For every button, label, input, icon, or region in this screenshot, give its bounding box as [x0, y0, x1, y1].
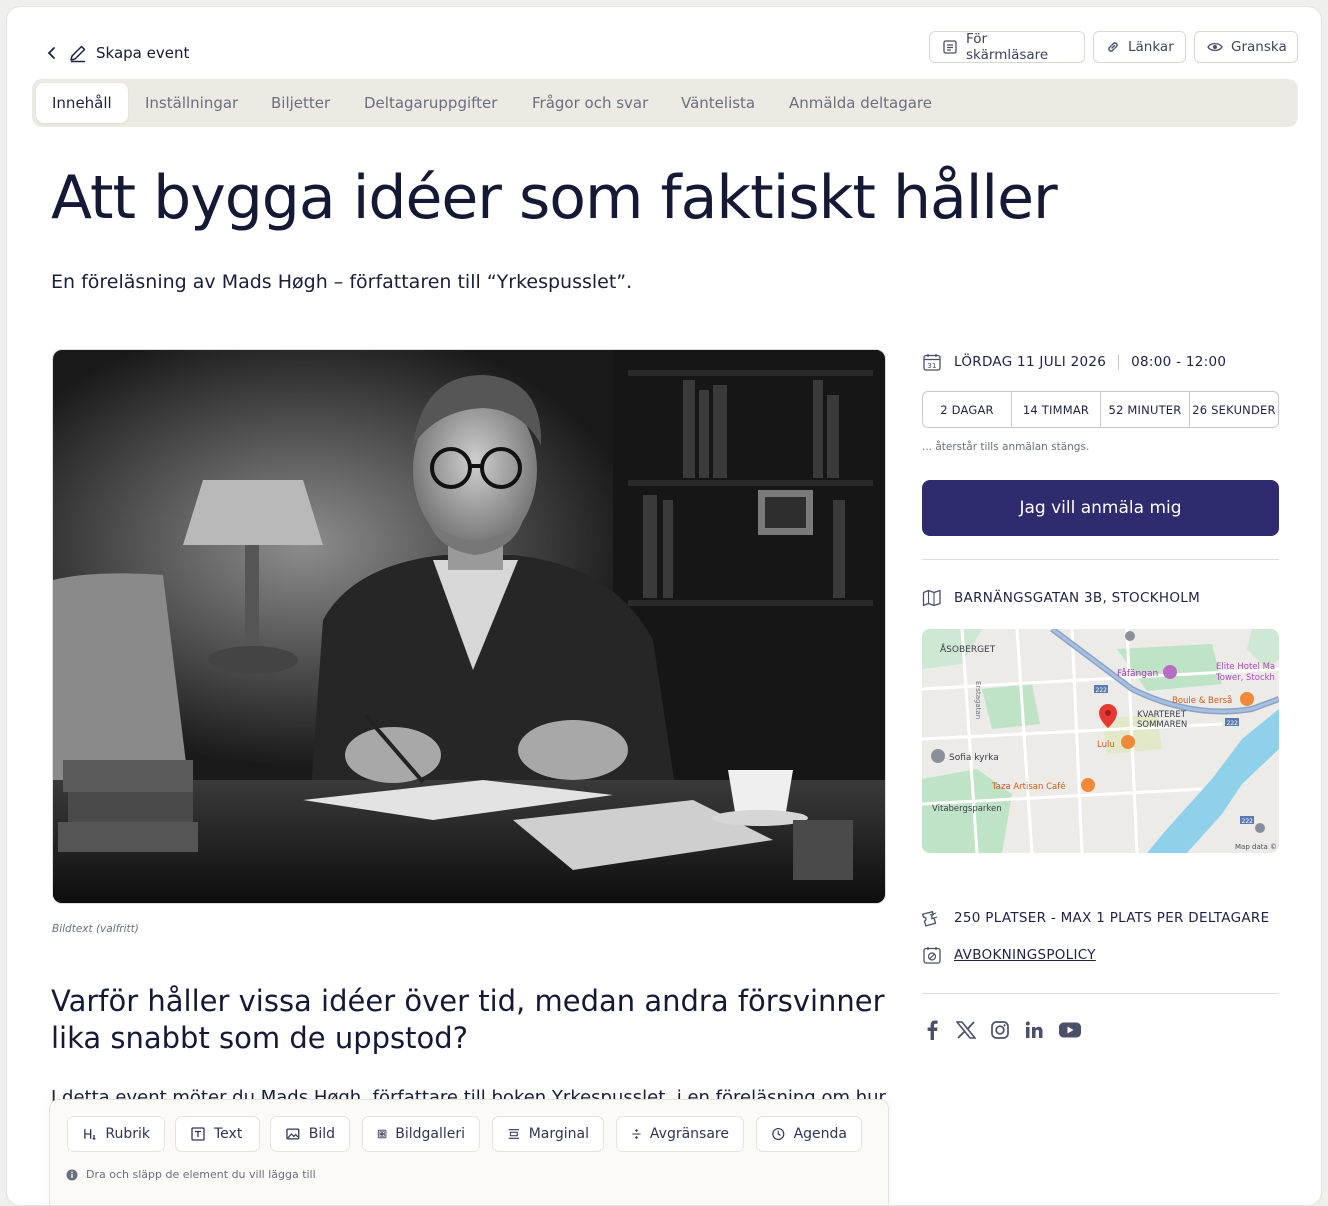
- map-label-boule: Boule & Berså: [1172, 695, 1232, 706]
- event-image[interactable]: [52, 349, 886, 904]
- cancellation-policy-link[interactable]: AVBOKNINGSPOLICY: [954, 947, 1096, 963]
- heading-icon: [84, 1129, 96, 1140]
- countdown-timer: 2 DAGAR 14 TIMMAR 52 MINUTER 26 SEKUNDER: [922, 391, 1279, 428]
- tab-faq[interactable]: Frågor och svar: [516, 83, 664, 123]
- calendar-icon: 31: [923, 354, 941, 371]
- add-image-label: Bild: [308, 1126, 335, 1142]
- capacity-text: 250 PLATSER - MAX 1 PLATS PER DELTAGARE: [954, 910, 1270, 926]
- event-time: 08:00 - 12:00: [1131, 354, 1227, 370]
- image-icon: [286, 1128, 300, 1140]
- add-agenda-button[interactable]: Agenda: [756, 1116, 862, 1152]
- map-label-kvarteret-1: KVARTERET: [1137, 710, 1187, 720]
- countdown-minutes: 52 MINUTER: [1101, 392, 1190, 427]
- eye-icon: [1207, 42, 1223, 52]
- event-title[interactable]: Att bygga idéer som faktiskt håller: [51, 163, 1058, 233]
- edit-icon: [67, 42, 89, 64]
- add-heading-button[interactable]: Rubrik: [67, 1116, 165, 1152]
- event-subtitle[interactable]: En föreläsning av Mads Høgh – författare…: [51, 271, 632, 293]
- add-margin-button[interactable]: Marginal: [492, 1116, 604, 1152]
- map-label-vitabergsparken: Vitabergsparken: [932, 804, 1002, 814]
- review-label: Granska: [1231, 39, 1287, 55]
- tab-content[interactable]: Innehåll: [36, 83, 128, 123]
- links-label: Länkar: [1128, 39, 1174, 55]
- map-label-sofia: Sofia kyrka: [949, 753, 999, 763]
- divider-icon: [632, 1128, 641, 1140]
- event-date-row: 31 LÖRDAG 11 JULI 2026 08:00 - 12:00: [922, 352, 1226, 372]
- toolbox-hint-text: Dra och släpp de element du vill lägga t…: [86, 1168, 316, 1181]
- add-image-button[interactable]: Bild: [270, 1116, 350, 1152]
- link-icon: [1108, 42, 1118, 52]
- event-date: LÖRDAG 11 JULI 2026: [954, 354, 1107, 370]
- info-icon: [66, 1169, 78, 1180]
- calendar-cancel-icon: [923, 947, 941, 964]
- section-heading[interactable]: Varför håller vissa idéer över tid, meda…: [51, 983, 891, 1057]
- linkedin-icon[interactable]: [1024, 1020, 1044, 1040]
- sidebar-divider: [922, 559, 1279, 560]
- gallery-icon: [377, 1129, 387, 1139]
- tab-waitlist[interactable]: Väntelista: [665, 83, 771, 123]
- map-label-taza: Taza Artisan Café: [991, 781, 1065, 792]
- links-button[interactable]: Länkar: [1093, 31, 1186, 63]
- sidebar-divider-2: [922, 993, 1279, 994]
- add-margin-label: Marginal: [528, 1126, 589, 1142]
- capacity-row: 250 PLATSER - MAX 1 PLATS PER DELTAGARE: [922, 909, 1269, 927]
- text-icon: [191, 1127, 205, 1141]
- map-label-fafangan: Fåfängan: [1117, 668, 1158, 679]
- clock-icon: [772, 1127, 785, 1141]
- event-address: BARNÄNGSGATAN 3B, STOCKHOLM: [954, 590, 1201, 606]
- tab-registered[interactable]: Anmälda deltagare: [773, 83, 948, 123]
- map-label-lulu: Lulu: [1097, 740, 1115, 750]
- x-icon[interactable]: [956, 1020, 976, 1040]
- tab-bar: Innehåll Inställningar Biljetter Deltaga…: [32, 79, 1298, 127]
- map-label-elite-2: Tower, Stockh: [1215, 673, 1275, 683]
- image-caption[interactable]: Bildtext (valfritt): [52, 923, 139, 935]
- map-label-elite-1: Elite Hotel Ma: [1216, 662, 1275, 672]
- add-divider-button[interactable]: Avgränsare: [616, 1116, 744, 1152]
- add-text-button[interactable]: Text: [175, 1116, 260, 1152]
- tab-participant-info[interactable]: Deltagaruppgifter: [348, 83, 513, 123]
- add-text-label: Text: [214, 1126, 243, 1142]
- map-label-erstagatan: Erstagatan: [974, 681, 982, 719]
- countdown-hours: 14 TIMMAR: [1012, 392, 1101, 427]
- screen-reader-button[interactable]: För skärmläsare: [929, 31, 1085, 63]
- map-road-shield-3: 222: [1242, 818, 1254, 825]
- screen-reader-label: För skärmläsare: [966, 31, 1049, 63]
- editor-panel: Skapa event För skärmläsare Länkar Grans…: [6, 6, 1322, 1206]
- date-time-separator: [1118, 354, 1120, 370]
- add-heading-label: Rubrik: [105, 1126, 150, 1142]
- tab-settings[interactable]: Inställningar: [129, 83, 254, 123]
- screen-reader-icon: [943, 40, 957, 54]
- map-graphic: ÅSOBERGET Erstagatan Fåfängan Elite Hote…: [922, 629, 1279, 853]
- map-attribution: Map data ©: [1235, 843, 1277, 851]
- tab-tickets[interactable]: Biljetter: [255, 83, 346, 123]
- map-road-shield-1: 222: [1096, 687, 1108, 694]
- facebook-icon[interactable]: [922, 1020, 942, 1040]
- portrait-photo: [53, 350, 885, 903]
- back-arrow-icon[interactable]: [41, 42, 63, 64]
- ticket-icon: [922, 910, 938, 927]
- location-map[interactable]: ÅSOBERGET Erstagatan Fåfängan Elite Hote…: [922, 629, 1279, 853]
- add-gallery-button[interactable]: Bildgalleri: [362, 1116, 480, 1152]
- toolbox-hint: Dra och släpp de element du vill lägga t…: [66, 1168, 316, 1181]
- youtube-icon[interactable]: [1058, 1020, 1082, 1040]
- margin-icon: [508, 1129, 519, 1139]
- calendar-day: 31: [927, 362, 937, 370]
- social-links: [922, 1020, 1082, 1040]
- map-road-shield-2: 222: [1227, 720, 1239, 727]
- map-label-kvarteret-2: SOMMAREN: [1137, 720, 1187, 730]
- add-agenda-label: Agenda: [793, 1126, 847, 1142]
- map-pin-icon: [922, 589, 941, 607]
- address-row: BARNÄNGSGATAN 3B, STOCKHOLM: [922, 589, 1200, 607]
- map-label-asoberget: ÅSOBERGET: [940, 643, 996, 655]
- add-gallery-label: Bildgalleri: [395, 1126, 465, 1142]
- countdown-days: 2 DAGAR: [923, 392, 1012, 427]
- page-title: Skapa event: [96, 44, 190, 62]
- countdown-seconds: 26 SEKUNDER: [1192, 402, 1276, 417]
- register-button[interactable]: Jag vill anmäla mig: [922, 480, 1279, 536]
- review-button[interactable]: Granska: [1194, 31, 1298, 63]
- instagram-icon[interactable]: [990, 1020, 1010, 1040]
- countdown-note: ... återstår tills anmälan stängs.: [922, 441, 1090, 453]
- cancellation-row: AVBOKNINGSPOLICY: [922, 945, 1096, 965]
- add-divider-label: Avgränsare: [649, 1126, 729, 1142]
